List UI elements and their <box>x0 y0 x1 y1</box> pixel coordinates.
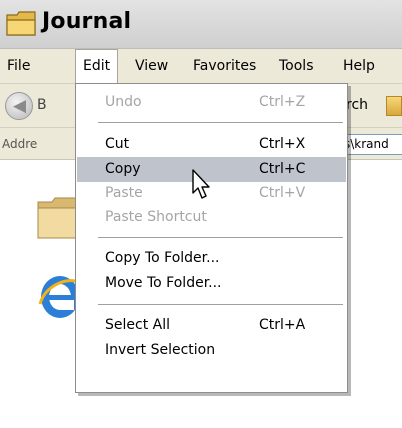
menu-view[interactable]: View <box>128 49 175 84</box>
menu-tools[interactable]: Tools <box>272 49 321 84</box>
address-input[interactable]: s\krand <box>340 134 402 155</box>
menu-item-shortcut: Ctrl+V <box>259 185 306 201</box>
menu-separator <box>98 237 343 238</box>
menu-bar: File Edit View Favorites Tools Help <box>0 48 402 85</box>
folder-icon <box>6 11 36 36</box>
menu-item-label: Cut <box>105 136 130 152</box>
back-button[interactable]: ◀ <box>5 92 33 120</box>
folders-icon[interactable] <box>386 96 402 116</box>
menu-item-label: Copy To Folder... <box>105 250 220 266</box>
menu-item-invert-selection[interactable]: Invert Selection <box>77 338 346 363</box>
menu-item-move-to-folder[interactable]: Move To Folder... <box>77 271 346 296</box>
menu-separator <box>98 122 343 123</box>
menu-item-shortcut: Ctrl+C <box>259 161 306 177</box>
address-value: s\krand <box>344 137 389 151</box>
menu-favorites[interactable]: Favorites <box>186 49 263 84</box>
back-arrow-icon: ◀ <box>13 96 27 116</box>
menu-item-label: Undo <box>105 94 142 110</box>
menu-item-cut[interactable]: Cut Ctrl+X <box>77 132 346 157</box>
edit-menu: Undo Ctrl+Z Cut Ctrl+X Copy Ctrl+C Paste… <box>75 83 348 393</box>
menu-item-label: Select All <box>105 317 170 333</box>
menu-item-shortcut: Ctrl+Z <box>259 94 306 110</box>
menu-help[interactable]: Help <box>336 49 382 84</box>
menu-item-paste-shortcut[interactable]: Paste Shortcut <box>77 205 346 230</box>
title-bar: Journal <box>0 0 402 48</box>
address-label: Addre <box>2 137 38 151</box>
menu-item-label: Paste <box>105 185 143 201</box>
menu-item-label: Move To Folder... <box>105 275 222 291</box>
menu-item-select-all[interactable]: Select All Ctrl+A <box>77 313 346 338</box>
menu-item-copy-to-folder[interactable]: Copy To Folder... <box>77 246 346 271</box>
menu-file[interactable]: File <box>0 49 37 84</box>
back-label: B <box>37 97 47 113</box>
menu-item-label: Paste Shortcut <box>105 209 207 225</box>
menu-separator <box>98 304 343 305</box>
menu-item-shortcut: Ctrl+A <box>259 317 306 333</box>
search-button-label[interactable]: rch <box>346 97 368 113</box>
menu-edit[interactable]: Edit <box>75 49 119 85</box>
menu-item-undo[interactable]: Undo Ctrl+Z <box>77 90 346 115</box>
menu-item-shortcut: Ctrl+X <box>259 136 306 152</box>
menu-item-label: Invert Selection <box>105 342 216 358</box>
mouse-cursor-icon <box>192 169 210 199</box>
window-title: Journal <box>42 9 132 34</box>
menu-item-label: Copy <box>105 161 141 177</box>
